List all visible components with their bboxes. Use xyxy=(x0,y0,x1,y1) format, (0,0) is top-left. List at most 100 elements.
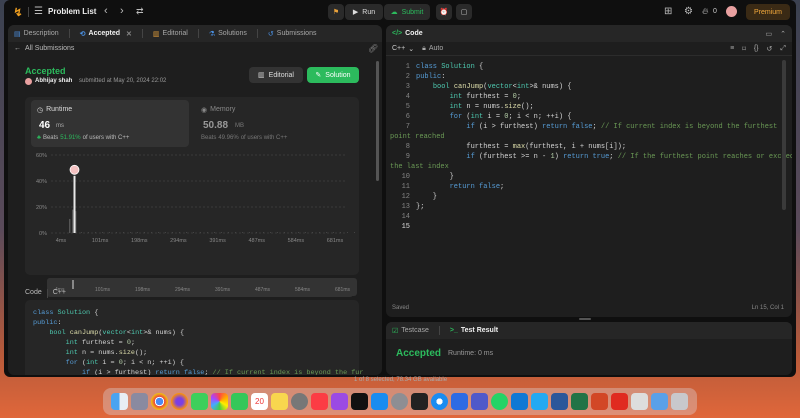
premium-button[interactable]: Premium xyxy=(746,4,790,20)
share-icon[interactable]: 🔗︎ xyxy=(368,44,378,53)
finder-app-icon[interactable] xyxy=(111,393,128,410)
terminal-app-icon[interactable] xyxy=(411,393,428,410)
photos-app-icon[interactable] xyxy=(211,393,228,410)
line-number: 8 xyxy=(405,143,410,151)
runtime-card[interactable]: ◷ Runtime 46 ms ♣ Beats 51.91% of users w… xyxy=(31,100,189,147)
runtime-header: ◷ Runtime xyxy=(37,106,72,114)
memory-value: 50.88 xyxy=(203,120,229,131)
music-app-icon[interactable] xyxy=(311,393,328,410)
bar xyxy=(333,232,334,233)
messages-app-icon[interactable] xyxy=(191,393,208,410)
tab-solutions[interactable]: ⚗ Solutions xyxy=(209,30,247,38)
bookmark-icon[interactable]: ⌑ xyxy=(742,45,746,53)
chevron-up-icon[interactable]: ⌃ xyxy=(780,30,786,38)
excel-app-icon[interactable] xyxy=(571,393,588,410)
auto-mode[interactable]: 🔒︎ Auto xyxy=(422,45,443,53)
tab-description[interactable]: ▤ Description xyxy=(14,30,59,38)
preview-app-icon[interactable] xyxy=(631,393,648,410)
code-line: if (furthest >= n - 1) return true; // I… xyxy=(466,153,792,161)
vscode-app-icon[interactable] xyxy=(531,393,548,410)
downloads-folder-icon[interactable] xyxy=(651,393,668,410)
bar xyxy=(298,232,299,233)
problem-list-link[interactable]: Problem List xyxy=(48,7,96,16)
bar xyxy=(144,232,145,233)
editorial-button[interactable]: ▥ Editorial xyxy=(249,67,303,83)
bar[interactable] xyxy=(72,209,74,233)
code-line: point reached xyxy=(390,133,445,141)
facetime-app-icon[interactable] xyxy=(231,393,248,410)
all-submissions-link[interactable]: ← All Submissions xyxy=(14,45,74,52)
format-icon[interactable]: ≡ xyxy=(730,45,734,53)
highlight-bar[interactable] xyxy=(73,175,76,233)
pane-resizer[interactable] xyxy=(579,318,591,320)
close-icon[interactable]: ✕ xyxy=(126,30,132,38)
acrobat-app-icon[interactable] xyxy=(611,393,628,410)
system-settings-app-icon[interactable] xyxy=(291,393,308,410)
reset-icon[interactable]: ↺ xyxy=(767,45,773,53)
settings-app-icon[interactable] xyxy=(391,393,408,410)
whatsapp-app-icon[interactable] xyxy=(491,393,508,410)
submit-label: Submit xyxy=(401,8,424,16)
bar xyxy=(312,232,313,233)
tab-label: Testcase xyxy=(401,327,429,334)
chrome-app-icon[interactable] xyxy=(151,393,168,410)
run-button[interactable]: ▶ Run xyxy=(345,4,383,20)
leetcode-logo-icon[interactable]: ↯ xyxy=(12,6,24,19)
tab-label: Submissions xyxy=(276,30,317,37)
braces-icon[interactable]: {} xyxy=(754,45,759,53)
tab-submissions[interactable]: ↺ Submissions xyxy=(268,30,317,38)
notes-button[interactable]: ▢ xyxy=(456,4,472,20)
settings-gear-icon[interactable]: ⚙ xyxy=(684,6,693,17)
layout-icon[interactable]: ⊞ xyxy=(664,6,672,17)
list-icon[interactable]: ☰ xyxy=(34,6,43,17)
memory-card[interactable]: ◉ Memory 50.88 MB Beats 49.96% of users w… xyxy=(195,100,353,147)
line-number: 5 xyxy=(405,103,410,111)
calendar-app-icon[interactable]: 20 xyxy=(251,393,268,410)
prev-problem-icon[interactable]: ‹ xyxy=(104,5,108,17)
shuffle-icon[interactable]: ⇄ xyxy=(136,6,144,17)
streak-fire-icon[interactable]: 🔥︎ xyxy=(702,6,709,17)
outlook-app-icon[interactable] xyxy=(511,393,528,410)
tab-testcase[interactable]: ☑ Testcase xyxy=(392,327,429,335)
fullscreen-icon[interactable]: ⤢ xyxy=(780,45,786,53)
bar[interactable] xyxy=(69,218,71,233)
launchpad-app-icon[interactable] xyxy=(131,393,148,410)
checkbox-icon: ☑ xyxy=(392,327,399,335)
tab-editorial[interactable]: ▥ Editorial xyxy=(153,30,188,38)
debug-button[interactable]: ⚑ xyxy=(328,4,344,20)
editor-scrollbar[interactable] xyxy=(782,60,786,210)
timer-button[interactable]: ⏰ xyxy=(436,4,452,20)
tv-app-icon[interactable] xyxy=(351,393,368,410)
language-select[interactable]: C++ ⌄ xyxy=(392,45,414,53)
powerpoint-app-icon[interactable] xyxy=(591,393,608,410)
firefox-app-icon[interactable] xyxy=(171,393,188,410)
word-app-icon[interactable] xyxy=(551,393,568,410)
trash-icon[interactable] xyxy=(671,393,688,410)
tab-code[interactable]: </> Code xyxy=(392,30,423,37)
tab-accepted[interactable]: ⟲ Accepted ✕ xyxy=(80,30,132,38)
notes-app-icon[interactable] xyxy=(271,393,288,410)
tab-test-result[interactable]: >_ Test Result xyxy=(450,327,498,334)
safari-app-icon[interactable] xyxy=(431,393,448,410)
code-line: } xyxy=(416,173,454,181)
teams-app-icon[interactable] xyxy=(471,393,488,410)
runtime-label: Runtime xyxy=(46,106,73,113)
next-problem-icon[interactable]: › xyxy=(120,5,124,17)
avatar[interactable] xyxy=(726,6,737,17)
left-scrollbar[interactable] xyxy=(376,61,379,181)
keynote-app-icon[interactable] xyxy=(451,393,468,410)
solution-button[interactable]: ✎ Solution xyxy=(307,67,359,83)
runtime-distribution-chart[interactable]: 60% 40% 20% 0% 4ms 101ms 198ms 294ms 391ms 487ms 5… xyxy=(25,149,359,249)
submit-button[interactable]: ☁ Submit xyxy=(384,4,430,20)
app-store-icon[interactable] xyxy=(371,393,388,410)
code-line: public: xyxy=(33,319,62,327)
author-name[interactable]: Abhijay shah xyxy=(35,78,72,84)
maximize-icon[interactable]: ▭ xyxy=(766,30,773,38)
podcasts-app-icon[interactable] xyxy=(331,393,348,410)
bar xyxy=(347,232,348,233)
chart-minimap[interactable]: 4ms 101ms 198ms 294ms 391ms 487ms 584ms 681ms xyxy=(47,278,357,296)
memory-unit: MB xyxy=(235,123,244,129)
divider xyxy=(438,326,440,335)
book-icon: ▥ xyxy=(258,72,265,79)
editor-body[interactable]: 1 2 3 4 5 6 7 8 9 10 11 12 13 14 15 class Solution {pu… xyxy=(386,60,792,300)
